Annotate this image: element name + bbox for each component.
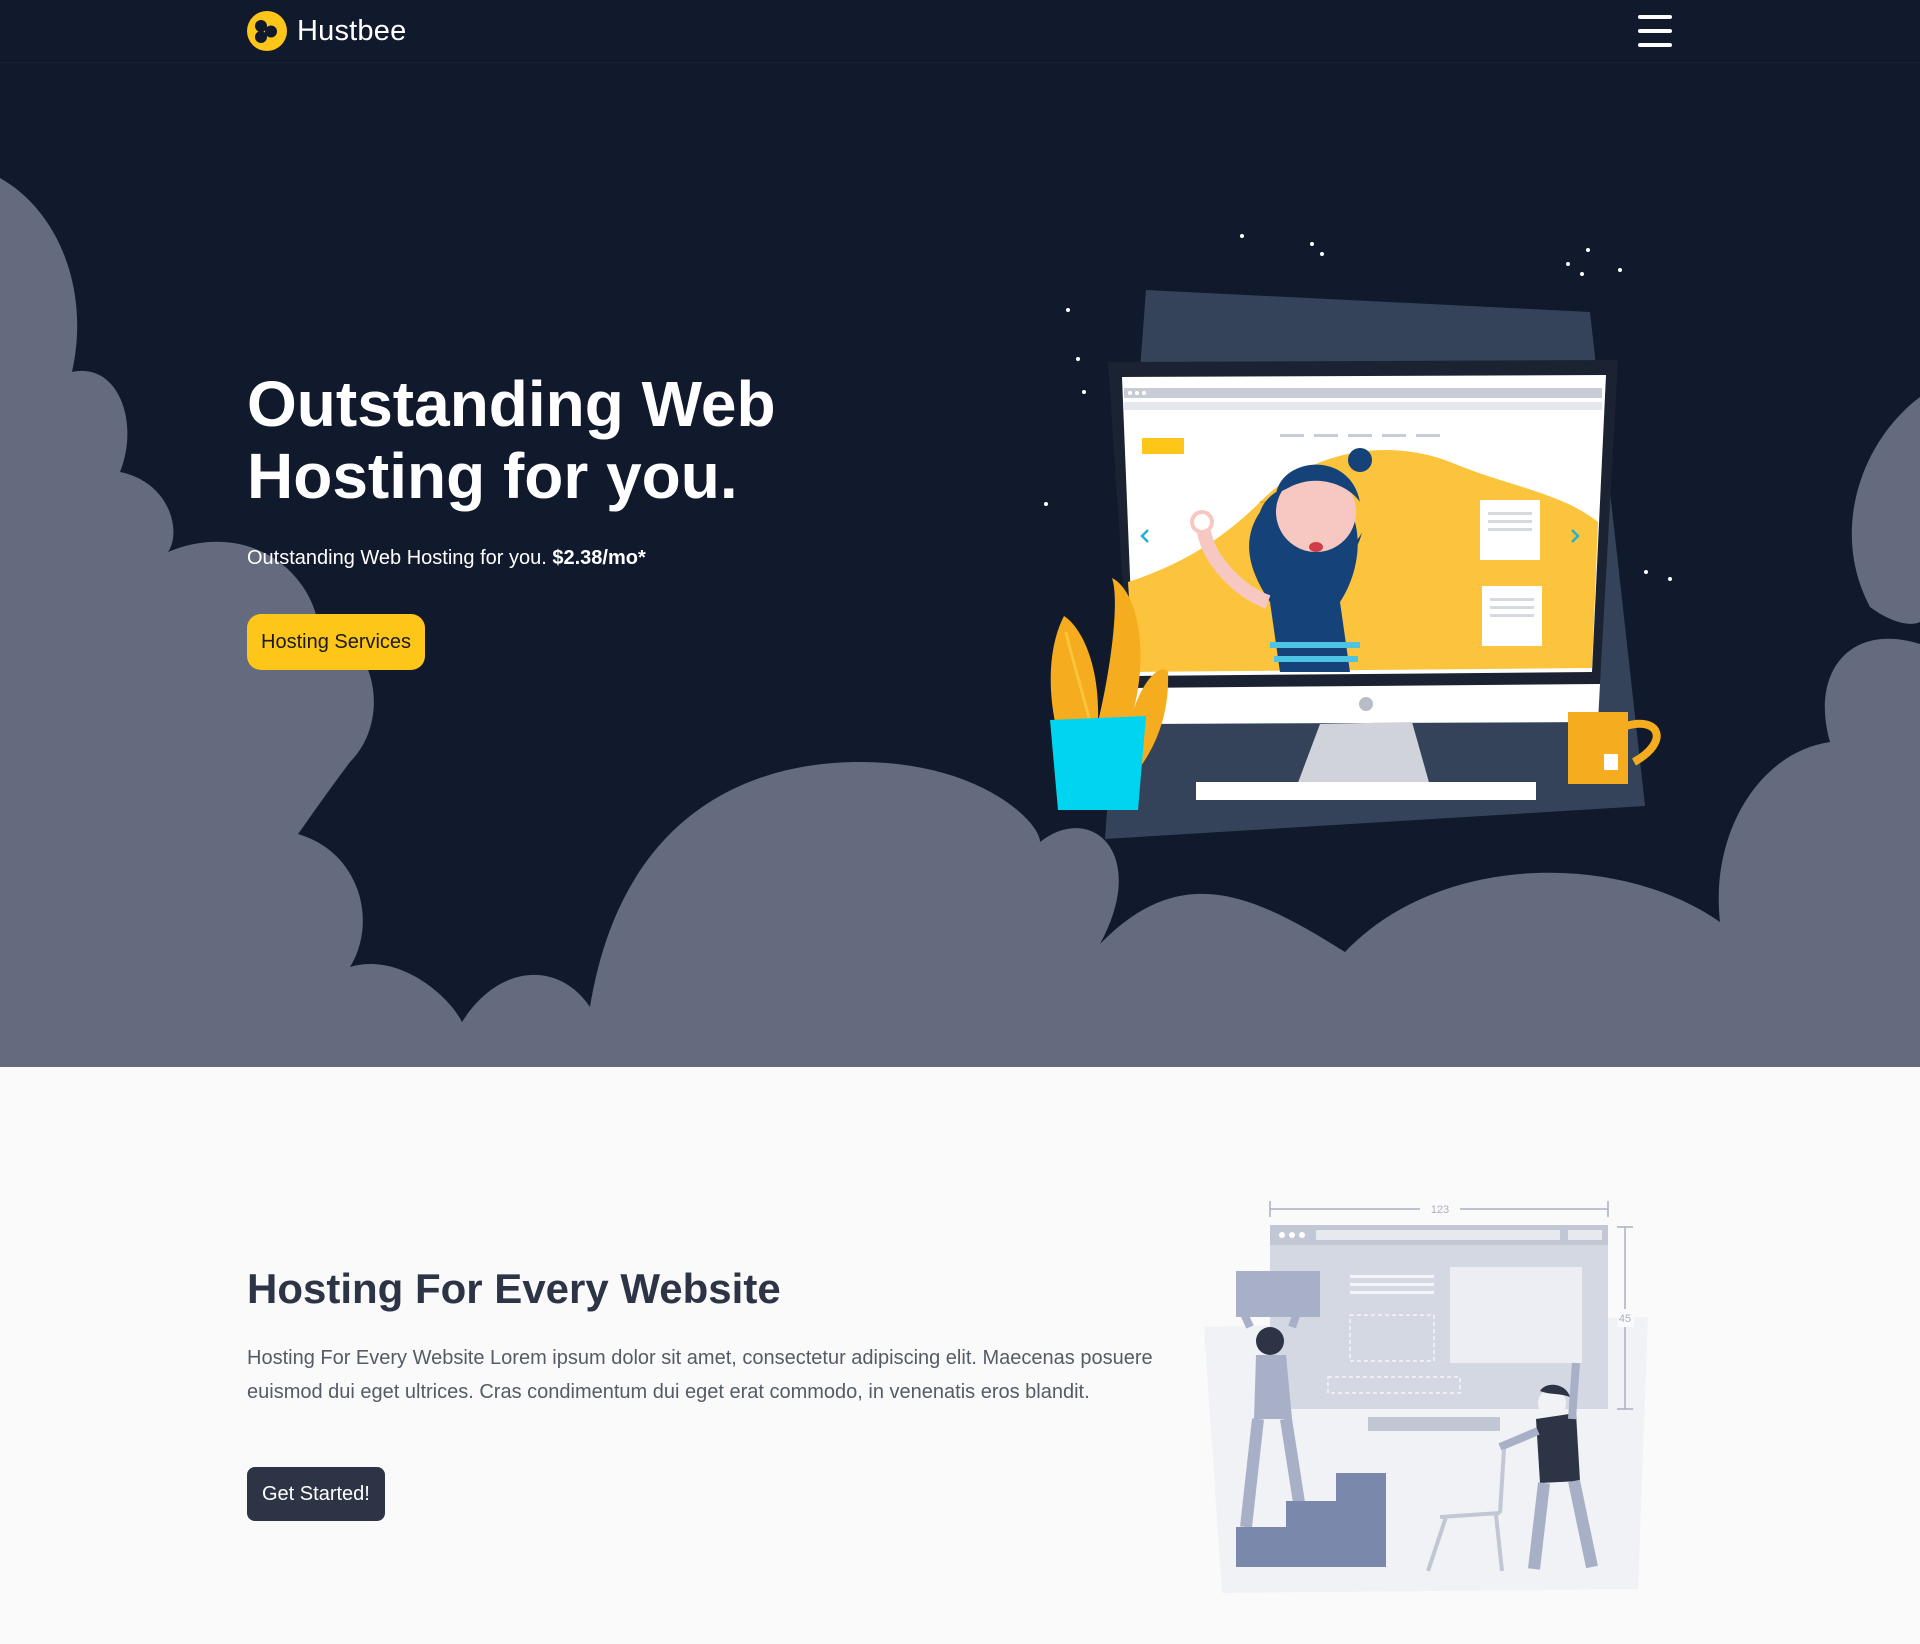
brand-link[interactable]: Hustbee	[247, 11, 406, 51]
hero-subtitle-text: Outstanding Web Hosting for you.	[247, 547, 547, 569]
hero-price: $2.38/mo*	[552, 547, 646, 569]
height-dimension-label: 45	[1619, 1313, 1631, 1325]
features-section: Hosting For Every Website Hosting For Ev…	[0, 1067, 1920, 1644]
hero-subtitle: Outstanding Web Hosting for you. $2.38/m…	[247, 547, 646, 570]
hero-section: Outstanding Web Hosting for you. Outstan…	[0, 62, 1920, 1067]
hamburger-menu-icon[interactable]	[1638, 14, 1674, 48]
navbar: Hustbee	[0, 0, 1920, 62]
bearded-man-computer-illustration	[1044, 234, 1672, 839]
get-started-button[interactable]: Get Started!	[247, 1467, 385, 1521]
hero-title: Outstanding Web Hosting for you.	[247, 368, 776, 512]
section-title: Hosting For Every Website	[247, 1265, 781, 1312]
hosting-services-button[interactable]: Hosting Services	[247, 614, 426, 670]
honeycomb-logo-icon	[247, 11, 287, 51]
section-text: Hosting For Every Website Lorem ipsum do…	[247, 1347, 1153, 1403]
people-building-website-illustration: 123 45	[1204, 1201, 1648, 1593]
brand-name: Hustbee	[297, 14, 407, 47]
width-dimension-label: 123	[1431, 1204, 1449, 1216]
